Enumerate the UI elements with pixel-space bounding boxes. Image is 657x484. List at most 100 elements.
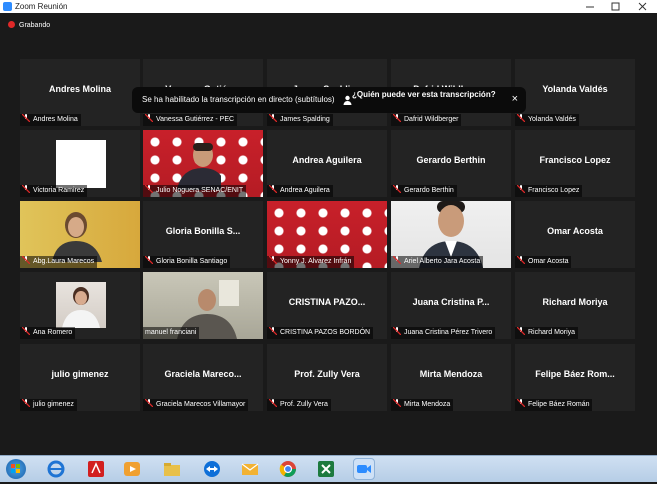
mail-icon xyxy=(241,463,259,475)
participant-label: Ariel Alberto Jara Acosta xyxy=(391,256,484,268)
participant-name: julio gimenez xyxy=(51,369,109,379)
banner-close-button[interactable]: × xyxy=(512,93,518,105)
participant-label: Yolanda Valdés xyxy=(515,114,579,126)
participant-tile[interactable]: Andres Molina Andres Molina xyxy=(20,59,140,126)
mic-muted-icon xyxy=(22,256,30,264)
zoom-video-icon xyxy=(357,465,371,473)
participant-label: manuel franciani xyxy=(143,327,200,339)
mic-muted-icon xyxy=(269,327,277,335)
window-titlebar: Zoom Reunión xyxy=(0,0,657,13)
chrome-icon xyxy=(279,461,296,477)
participant-tile-active-speaker[interactable]: manuel franciani xyxy=(143,272,263,339)
participant-name: Richard Moriya xyxy=(542,297,608,307)
participant-label: Mirta Mendoza xyxy=(391,399,454,411)
participant-name: CRISTINA PAZO... xyxy=(288,297,366,307)
participant-label: Andres Molina xyxy=(20,114,81,126)
person-silhouette xyxy=(62,287,100,328)
mic-muted-icon xyxy=(22,185,30,193)
mic-muted-icon xyxy=(269,114,277,122)
participant-label: Felipe Báez Román xyxy=(515,399,593,411)
mic-muted-icon xyxy=(269,256,277,264)
excel-icon xyxy=(318,461,334,477)
participant-tile[interactable]: Andrea Aguilera Andrea Aguilera xyxy=(267,130,387,197)
mic-muted-icon xyxy=(393,256,401,264)
participant-tile[interactable]: CRISTINA PAZO... CRISTINA PAZOS BORDÓN xyxy=(267,272,387,339)
mic-muted-icon xyxy=(269,185,277,193)
participant-tile[interactable]: Gloria Bonilla S... Gloria Bonilla Santi… xyxy=(143,201,263,268)
recording-label: Grabando xyxy=(19,22,51,29)
participant-tile[interactable]: Graciela Mareco... Graciela Marecos Vill… xyxy=(143,344,263,411)
transcription-banner: Se ha habilitado la transcripción en dir… xyxy=(132,87,526,113)
participant-tile[interactable]: julio gimenez julio gimenez xyxy=(20,344,140,411)
taskbar-chrome-button[interactable] xyxy=(278,459,298,479)
participant-name: Juana Cristina P... xyxy=(412,297,490,307)
taskbar-mail-button[interactable] xyxy=(240,459,260,479)
mic-muted-icon xyxy=(517,399,525,407)
participant-label: CRISTINA PAZOS BORDÓN xyxy=(267,327,374,339)
zoom-icon xyxy=(3,2,12,11)
taskbar-excel-button[interactable] xyxy=(316,459,336,479)
mic-muted-icon xyxy=(269,399,277,407)
close-window-button[interactable] xyxy=(629,0,657,13)
mic-muted-icon xyxy=(393,114,401,122)
mic-muted-icon xyxy=(145,256,153,264)
participant-label: James Spalding xyxy=(267,114,333,126)
window-title: Zoom Reunión xyxy=(15,2,68,11)
participant-label: Prof. Zully Vera xyxy=(267,399,331,411)
participant-tile[interactable]: Juana Cristina P... Juana Cristina Pérez… xyxy=(391,272,511,339)
participant-label: julio gimenez xyxy=(20,399,77,411)
minimize-button[interactable] xyxy=(577,0,603,13)
people-icon xyxy=(343,95,352,105)
windows-logo-icon xyxy=(11,464,20,473)
participant-label: Victoria Ramirez xyxy=(20,185,88,197)
taskbar-zoom-button[interactable] xyxy=(353,458,375,480)
transcription-message: Se ha habilitado la transcripción en dir… xyxy=(142,95,335,104)
participant-name: Prof. Zully Vera xyxy=(294,369,360,379)
taskbar xyxy=(0,455,657,482)
participant-label: Abg.Laura Marecos xyxy=(20,256,98,268)
participant-tile[interactable]: Yonny J. Alvarez Infrán xyxy=(267,201,387,268)
participant-tile[interactable]: Felipe Báez Rom... Felipe Báez Román xyxy=(515,344,635,411)
taskbar-acrobat-button[interactable] xyxy=(86,459,106,479)
participant-tile[interactable]: Francisco Lopez Francisco Lopez xyxy=(515,130,635,197)
participant-tile[interactable]: Richard Moriya Richard Moriya xyxy=(515,272,635,339)
close-icon xyxy=(638,2,647,11)
participant-label: Ana Romero xyxy=(20,327,76,339)
maximize-button[interactable] xyxy=(603,0,629,13)
recording-indicator[interactable]: Grabando xyxy=(8,21,50,31)
participant-tile[interactable]: Julio Noguera SENAC/ENIT xyxy=(143,130,263,197)
participant-name: Mirta Mendoza xyxy=(419,369,483,379)
participant-tile[interactable]: Ariel Alberto Jara Acosta xyxy=(391,201,511,268)
participant-tile[interactable]: Victoria Ramirez xyxy=(20,130,140,197)
acrobat-icon xyxy=(88,461,104,477)
person-silhouette xyxy=(177,143,221,190)
mic-muted-icon xyxy=(22,399,30,407)
participant-tile[interactable]: Gerardo Berthin Gerardo Berthin xyxy=(391,130,511,197)
mic-muted-icon xyxy=(517,185,525,193)
who-can-see-link[interactable]: ¿Quién puede ver esta transcripción? xyxy=(352,89,502,100)
participant-tile[interactable]: Yolanda Valdés Yolanda Valdés xyxy=(515,59,635,126)
taskbar-media-button[interactable] xyxy=(122,459,142,479)
participant-label: Yonny J. Alvarez Infrán xyxy=(267,256,355,268)
mic-muted-icon xyxy=(22,327,30,335)
mic-muted-icon xyxy=(517,327,525,335)
participant-label: Graciela Marecos Villamayor xyxy=(143,399,249,411)
mic-muted-icon xyxy=(517,114,525,122)
participant-tile[interactable]: Prof. Zully Vera Prof. Zully Vera xyxy=(267,344,387,411)
participant-tile[interactable]: Abg.Laura Marecos xyxy=(20,201,140,268)
participant-label: Francisco Lopez xyxy=(515,185,583,197)
participant-label: Omar Acosta xyxy=(515,256,572,268)
start-button[interactable] xyxy=(6,459,26,479)
participant-video xyxy=(56,140,106,188)
taskbar-ie-button[interactable] xyxy=(46,459,66,479)
mic-muted-icon xyxy=(393,399,401,407)
participant-tile[interactable]: Mirta Mendoza Mirta Mendoza xyxy=(391,344,511,411)
taskbar-explorer-button[interactable] xyxy=(162,459,182,479)
taskbar-teamviewer-button[interactable] xyxy=(202,459,222,479)
participant-tile[interactable]: Ana Romero xyxy=(20,272,140,339)
media-player-icon xyxy=(124,462,140,476)
participant-label: Gerardo Berthin xyxy=(391,185,457,197)
participant-name: Felipe Báez Rom... xyxy=(535,369,615,379)
participant-name: Francisco Lopez xyxy=(539,155,611,165)
participant-tile[interactable]: Omar Acosta Omar Acosta xyxy=(515,201,635,268)
